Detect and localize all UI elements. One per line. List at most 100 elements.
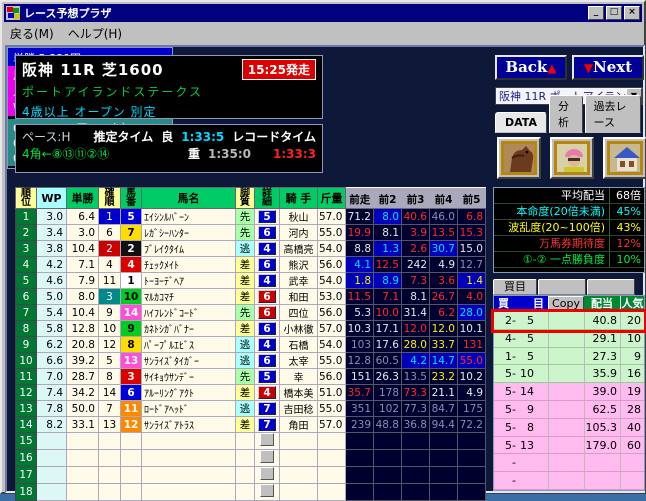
- odds-cell: 34.2: [66, 384, 99, 401]
- umaban-cell: 7: [120, 224, 142, 241]
- jockey-data-button[interactable]: [550, 137, 594, 179]
- tab-kaime[interactable]: 買目: [493, 279, 537, 295]
- empty-cell: [141, 466, 236, 484]
- rank-cell: 13: [15, 400, 37, 417]
- tab-DATA[interactable]: DATA: [495, 112, 547, 133]
- menu-back[interactable]: 戻る(M): [10, 25, 54, 42]
- detail-button[interactable]: 5: [258, 370, 276, 383]
- horse-data-button[interactable]: [497, 137, 541, 179]
- bet-row[interactable]: 5-13 179.0 60: [494, 436, 644, 455]
- detail-button[interactable]: 6: [258, 258, 276, 271]
- view-tabs: DATA 分析 過去レース: [495, 95, 643, 133]
- copy-button[interactable]: Copy: [548, 296, 584, 312]
- next-button[interactable]: ▼Next: [572, 55, 644, 80]
- table-row[interactable]: 10 6.6 39.2 5 13 ｻﾝﾗｲｽﾞﾀｲｶﾞｰ逃 6 太宰 55.0 12.8 60.5 4…: [15, 352, 486, 369]
- table-row[interactable]: 11 7.0 28.7 8 3 ｻｲｷｮｳｻﾝﾃﾞｰ先 5 幸 56.0 151 26.3 13.5 2…: [15, 368, 486, 385]
- tab-分析[interactable]: 分析: [548, 95, 583, 133]
- app-window: レース予想プラザ _ □ × 戻る(M) ヘルプ(H) 阪神 11R 芝1600…: [0, 0, 646, 501]
- stats-value: 45%: [616, 205, 641, 218]
- bet-haito: [584, 472, 620, 489]
- back-button[interactable]: Back▲: [495, 55, 567, 80]
- detail-button[interactable]: 6: [258, 306, 276, 319]
- tab-blank-2[interactable]: [587, 279, 635, 295]
- past-3-cell: 3.9: [401, 224, 430, 241]
- title-bar[interactable]: レース予想プラザ _ □ ×: [4, 4, 642, 22]
- detail-button[interactable]: 4: [258, 274, 276, 287]
- detail-button[interactable]: 6: [258, 322, 276, 335]
- table-row[interactable]: 13 7.8 50.0 7 11 ﾛｰﾄﾞｱﾍｯﾄﾞ逃 7 吉田稔 55.0 351 102 77.3…: [15, 400, 486, 417]
- past-cell: [401, 432, 430, 450]
- past-3-cell: 8.1: [401, 288, 430, 305]
- empty-cell: [235, 449, 255, 467]
- detail-button[interactable]: 6: [258, 290, 276, 303]
- maximize-button[interactable]: □: [606, 6, 622, 20]
- odds-cell: 39.2: [66, 352, 99, 369]
- past-3-cell: 4.2: [401, 352, 430, 369]
- detail-button[interactable]: 7: [258, 418, 276, 431]
- wp-cell: [36, 466, 67, 484]
- table-row[interactable]: 4 4.2 7.1 4 4 ﾁｪｯｸﾒｲﾄ差 6 熊沢 56.0 4.1 12.5 242 4.9 12.…: [15, 256, 486, 273]
- table-row[interactable]: 14 8.2 33.1 13 12 ｻﾝﾗｲｽﾞｱﾄﾗｽ差 7 角田 57.0 239 48.8 36…: [15, 416, 486, 433]
- past-cell: [457, 432, 486, 450]
- table-row[interactable]: 2 3.4 3.0 6 7 ﾚｶﾞｼｰﾊﾝﾀｰ先 6 河内 55.0 19.9 8.1 3.9 13.5…: [15, 224, 486, 241]
- table-row[interactable]: 8 5.8 12.8 10 9 ｶﾈﾄｼｶﾞﾊﾞﾅｰ差 6 小林徹 57.0 10.3 17.1 12…: [15, 320, 486, 337]
- horse-icon: [501, 141, 537, 175]
- stats-row-1: 本命度(20倍未満) 45%: [494, 204, 644, 220]
- leg-cell: 先: [235, 304, 255, 321]
- detail-button[interactable]: 4: [258, 242, 276, 255]
- detail-cell: 5: [254, 368, 280, 385]
- odds-cell: 20.8: [66, 336, 99, 353]
- past-1-cell: 11.5: [345, 288, 374, 305]
- bet-row[interactable]: 5-14 39.0 19: [494, 383, 644, 401]
- bet-row[interactable]: 4-5 29.1 10: [494, 329, 644, 348]
- going-good-label: 良: [161, 130, 174, 144]
- bet-row[interactable]: 5-8 105.3 40: [494, 418, 644, 437]
- past-3-cell: 31.4: [401, 304, 430, 321]
- leg-cell: 差: [235, 256, 255, 273]
- bet-kaime: 1-5: [505, 349, 534, 363]
- bet-kaime: 5-10: [505, 367, 534, 381]
- table-row[interactable]: 6 5.0 8.0 3 10 ﾏﾙｶｺﾏﾁ差 6 和田 53.0 11.5 7.1 8.1 26.7 4.…: [15, 288, 486, 305]
- table-row[interactable]: 1 3.0 6.4 1 5 ｴｲｼﾝﾙﾊﾞｰﾝ先 5 秋山 57.0 71.2 8.0 40.6 46.…: [15, 208, 486, 225]
- detail-button[interactable]: 4: [258, 386, 276, 399]
- stats-value: 10%: [616, 253, 641, 266]
- bet-row[interactable]: -: [494, 454, 644, 473]
- table-row-empty: 17: [15, 466, 486, 484]
- jockey-cell: 熊沢: [279, 256, 318, 273]
- table-row[interactable]: 3 3.8 10.4 2 2 ﾌﾞﾚｲｸﾀｲﾑ逃 4 高橋亮 54.0 8.8 1.3 2.6 30.7…: [15, 240, 486, 257]
- detail-button[interactable]: 4: [258, 338, 276, 351]
- table-row[interactable]: 9 6.2 20.8 12 8 ﾊﾟｰﾌﾟﾙｴﾋﾞｽ逃 4 石橋 54.0 103 17.6 28.0…: [15, 336, 486, 353]
- bet-kaime: 5-8: [505, 420, 534, 434]
- back-arrow-icon: ▲: [547, 61, 557, 75]
- bet-row[interactable]: -: [494, 472, 644, 490]
- detail-button[interactable]: 7: [258, 402, 276, 415]
- bet-row[interactable]: 2-5 40.8 20: [491, 309, 646, 333]
- minimize-button[interactable]: _: [588, 6, 604, 20]
- bet-row[interactable]: 1-5 27.3 9: [494, 347, 644, 366]
- tab-過去レース[interactable]: 過去レース: [584, 95, 641, 133]
- table-row[interactable]: 5 4.6 7.9 11 1 ﾄｰﾖｰﾃﾞﾍｱ差 4 武幸 54.0 1.8 8.9 7.3 3.6 1.…: [15, 272, 486, 289]
- bet-copy-cell: [548, 383, 584, 400]
- detail-cell: [254, 449, 280, 467]
- detail-button[interactable]: 6: [258, 226, 276, 239]
- col-weight: 斤量: [317, 187, 346, 209]
- detail-button[interactable]: 6: [258, 354, 276, 367]
- stable-data-button[interactable]: [603, 137, 646, 179]
- menu-help[interactable]: ヘルプ(H): [68, 25, 122, 42]
- bet-haito: 35.9: [584, 365, 620, 383]
- past-1-cell: 103: [345, 336, 374, 353]
- empty-cell: [141, 432, 236, 450]
- close-button[interactable]: ×: [624, 6, 640, 20]
- bet-row[interactable]: 5-9 62.5 28: [494, 400, 644, 419]
- jockey-cell: 橋本美: [279, 384, 318, 401]
- col-odds: 単勝: [66, 187, 99, 209]
- table-row[interactable]: 7 5.4 10.4 9 14 ﾊｲﾌﾚﾝﾄﾞｺｰﾄﾞ先 6 四位 56.0 5.3 10.0 31.…: [15, 304, 486, 321]
- past-cell: [429, 483, 458, 501]
- bet-row[interactable]: 5-10 35.9 16: [494, 365, 644, 384]
- going-heavy-label: 重: [187, 147, 200, 161]
- table-row[interactable]: 12 7.4 34.2 14 6 ｱﾙｰﾘﾝｸﾞｱｸﾄ差 4 橋本美 51.0 35.7 178 73…: [15, 384, 486, 401]
- next-arrow-icon: ▼: [583, 61, 594, 75]
- detail-button[interactable]: 5: [258, 210, 276, 223]
- tab-blank-1[interactable]: [538, 279, 586, 295]
- race-name: ポートアイランドステークス: [22, 85, 204, 99]
